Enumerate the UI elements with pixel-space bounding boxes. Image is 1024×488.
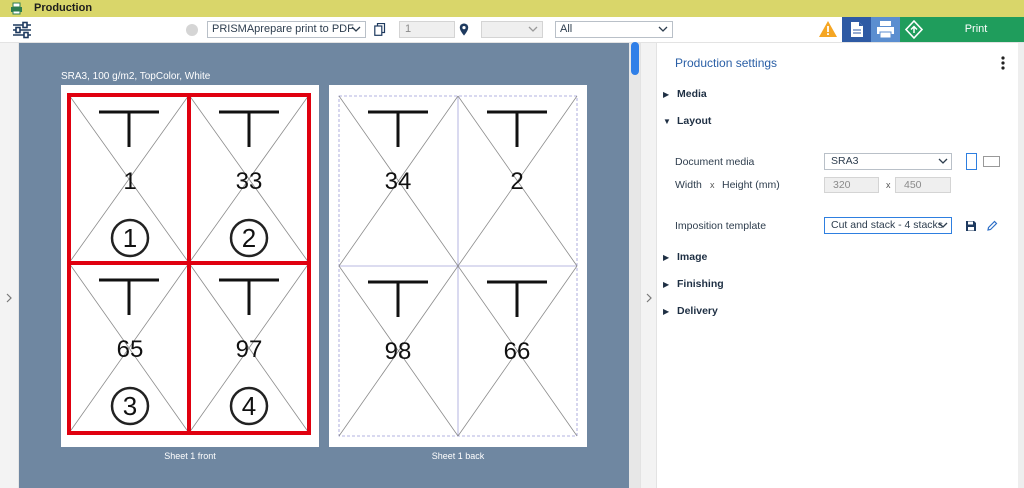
sheet-front-label: Sheet 1 front: [164, 451, 216, 461]
page-number: 97: [236, 336, 263, 363]
chevron-right-icon[interactable]: [645, 293, 653, 303]
page-number: 33: [236, 168, 263, 195]
save-icon[interactable]: [965, 220, 977, 232]
sheet-front[interactable]: 1 33 65 97 1 2 3 4: [61, 85, 319, 447]
settings-sliders-icon[interactable]: [12, 21, 32, 39]
dimension-x-label: x: [886, 180, 891, 190]
stack-number: 3: [123, 391, 137, 421]
page-number: 34: [385, 168, 412, 195]
warning-icon[interactable]: [818, 20, 838, 38]
sheet-front-drawing: 1 33 65 97 1 2 3 4: [67, 93, 311, 435]
canvas-scrollbar-track[interactable]: [629, 43, 640, 488]
chevron-down-icon: [658, 26, 668, 32]
printer-icon: [877, 21, 894, 39]
imposition-preview: SRA3, 100 g/m2, TopColor, White 1 33 65 …: [19, 43, 629, 488]
panel-splitter[interactable]: [640, 43, 657, 488]
page-number: 1: [123, 168, 136, 195]
landscape-orientation-button[interactable]: [983, 156, 1000, 167]
section-finishing[interactable]: ▶ Finishing: [663, 278, 724, 292]
chevron-down-icon: [938, 158, 948, 164]
section-media-label: Media: [677, 88, 707, 100]
section-layout[interactable]: ▼ Layout: [663, 115, 711, 129]
expand-triangle-icon: ▶: [663, 90, 670, 99]
title-bar: Production: [0, 0, 1024, 17]
sheet-back-drawing: 34 2 98 66: [338, 95, 578, 437]
imposition-template-value: Cut and stack - 4 stacks: [831, 219, 944, 231]
copies-input[interactable]: 1: [399, 21, 455, 38]
disabled-status-icon: [186, 24, 198, 36]
sheet-caption: SRA3, 100 g/m2, TopColor, White: [61, 71, 211, 82]
stack-number: 1: [123, 223, 137, 253]
printer-button[interactable]: [871, 17, 900, 42]
document-icon: [851, 22, 863, 37]
portrait-orientation-button[interactable]: [966, 153, 977, 170]
left-panel-collapsed: [0, 43, 19, 488]
collapse-triangle-icon: ▼: [663, 117, 671, 126]
imposition-template-label: Imposition template: [675, 220, 767, 232]
pages-select[interactable]: All: [555, 21, 673, 38]
page-number: 66: [504, 338, 531, 365]
stack-number: 2: [242, 223, 256, 253]
expand-triangle-icon: ▶: [663, 307, 670, 316]
job-ticket-button[interactable]: [900, 17, 928, 42]
section-layout-label: Layout: [677, 115, 712, 127]
chevron-down-icon: [351, 26, 361, 32]
section-image-label: Image: [677, 251, 708, 263]
imposition-template-select[interactable]: Cut and stack - 4 stacks: [824, 217, 952, 234]
more-options-icon[interactable]: [1000, 55, 1006, 71]
location-select[interactable]: [481, 21, 543, 38]
stack-number: 4: [242, 391, 256, 421]
pages-select-value: All: [560, 23, 573, 35]
edit-pencil-icon[interactable]: [986, 220, 998, 232]
section-delivery[interactable]: ▶ Delivery: [663, 305, 718, 319]
page-number: 2: [510, 168, 523, 195]
workflow-select-value: PRISMAprepare print to PDF: [212, 23, 354, 35]
copy-icon[interactable]: [374, 23, 386, 36]
copies-value: 1: [405, 23, 412, 35]
production-settings-panel: Production settings ▶ Media ▼ Layout Docum…: [657, 43, 1024, 488]
document-media-value: SRA3: [831, 155, 859, 167]
section-finishing-label: Finishing: [677, 278, 724, 290]
expand-triangle-icon: ▶: [663, 253, 670, 262]
workflow-select[interactable]: PRISMAprepare print to PDF: [207, 21, 366, 38]
height-input[interactable]: 450: [895, 177, 951, 193]
chevron-down-icon: [528, 26, 538, 32]
section-media[interactable]: ▶ Media: [663, 88, 707, 102]
printer-app-icon: [11, 2, 22, 15]
panel-title: Production settings: [675, 56, 778, 70]
print-button[interactable]: Print: [928, 17, 1024, 42]
height-value: 450: [904, 179, 922, 191]
window-title: Production: [34, 2, 93, 14]
canvas-scrollbar-thumb[interactable]: [631, 42, 639, 75]
panel-scrollbar-track[interactable]: [1018, 43, 1024, 488]
job-ticket-icon: [904, 19, 924, 40]
page-number: 65: [117, 336, 144, 363]
width-label: Width: [675, 179, 702, 191]
document-media-label: Document media: [675, 156, 755, 168]
document-media-select[interactable]: SRA3: [824, 153, 952, 170]
location-pin-icon: [459, 23, 469, 36]
page-number: 98: [385, 338, 412, 365]
dimension-x-label: x: [710, 180, 715, 190]
height-label: Height (mm): [722, 179, 780, 191]
expand-triangle-icon: ▶: [663, 280, 670, 289]
section-image[interactable]: ▶ Image: [663, 251, 707, 265]
document-button[interactable]: [842, 17, 871, 42]
width-value: 320: [833, 179, 851, 191]
sheet-back-label: Sheet 1 back: [431, 451, 485, 461]
toolbar: PRISMAprepare print to PDF 1 All Print: [0, 17, 1024, 43]
section-delivery-label: Delivery: [677, 305, 718, 317]
chevron-down-icon: [938, 222, 948, 228]
sheet-back[interactable]: 34 2 98 66: [329, 85, 587, 447]
width-input[interactable]: 320: [824, 177, 879, 193]
chevron-right-icon[interactable]: [5, 293, 13, 303]
